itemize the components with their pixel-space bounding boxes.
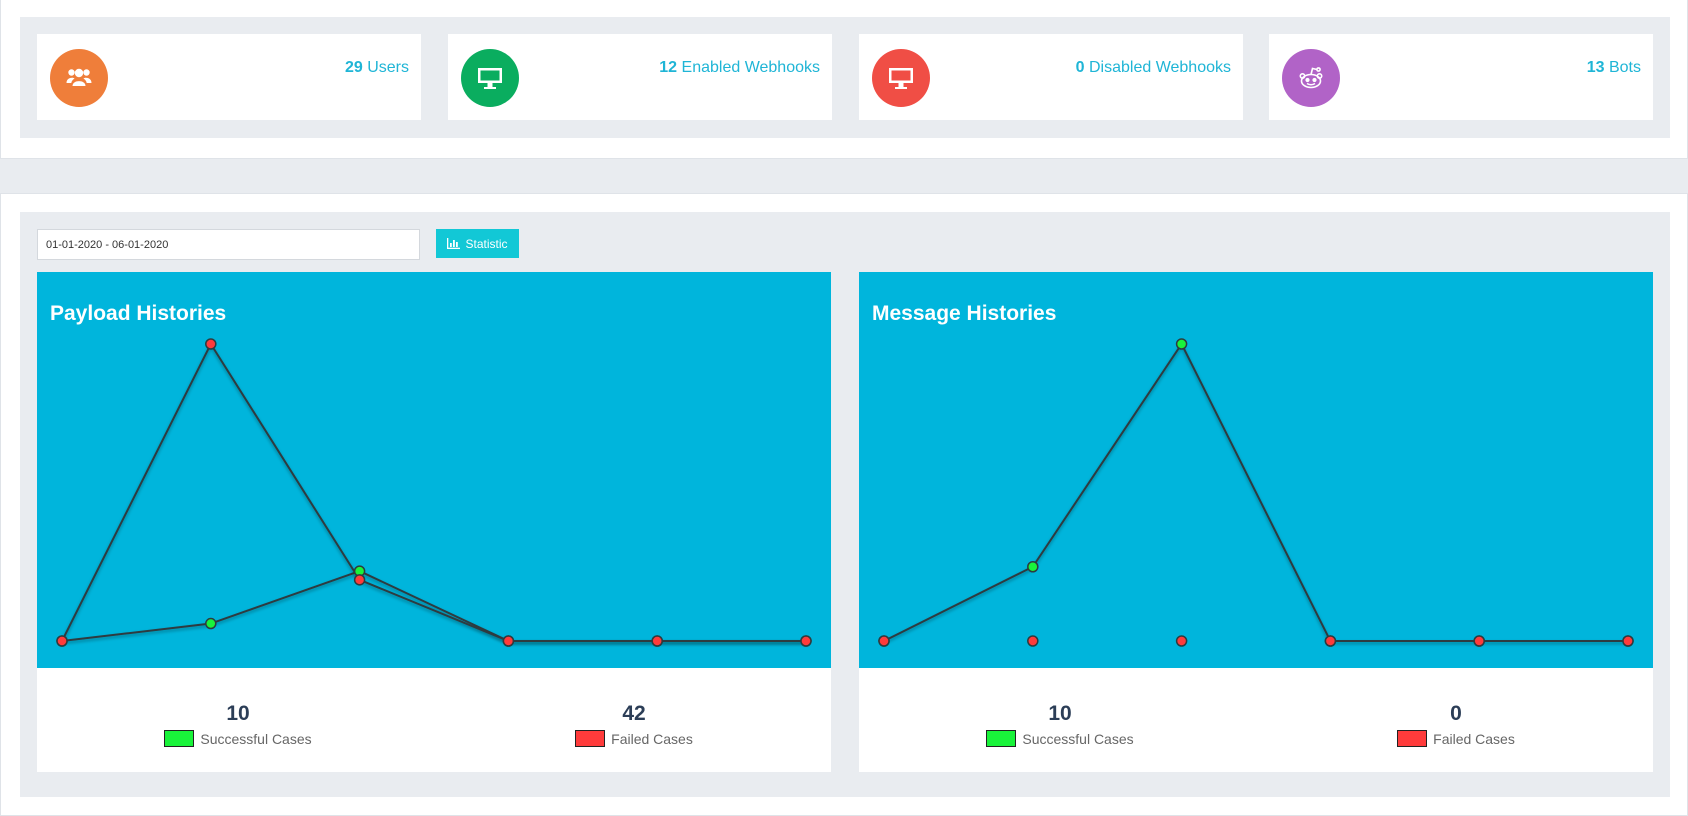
data-point-failed[interactable] [205, 338, 217, 350]
successful-count: 10 [226, 702, 250, 725]
failed-label: Failed Cases [611, 730, 693, 747]
payload-line-chart [56, 338, 812, 647]
stats-panel: 29 Users 12 Enabled Webhooks 0 Disabled … [0, 0, 1688, 159]
stat-text-users: 29 Users [345, 59, 409, 77]
stat-label: Bots [1608, 59, 1641, 76]
statistics-panel: Statistic Payload Histories 10 Successfu… [0, 193, 1688, 816]
stat-text-bots: 13 Bots [1587, 59, 1641, 77]
data-point-successful[interactable] [1175, 338, 1188, 350]
data-point-failed[interactable] [878, 635, 890, 647]
success-swatch [986, 730, 1017, 747]
date-range-input[interactable] [37, 229, 420, 260]
failed-count: 42 [622, 702, 646, 725]
statistic-button-label: Statistic [465, 236, 508, 251]
stat-label: Users [367, 59, 409, 76]
message-chart-area: Message Histories [859, 272, 1653, 668]
stat-value: 29 [344, 59, 363, 76]
data-point-failed[interactable] [502, 635, 515, 647]
data-point-failed[interactable] [800, 635, 812, 647]
series-line-successful [883, 342, 1628, 642]
data-point-failed[interactable] [1622, 635, 1634, 647]
stat-text-enabled-webhooks: 12 Enabled Webhooks [659, 59, 820, 77]
stat-card-enabled-webhooks[interactable]: 12 Enabled Webhooks [448, 34, 832, 120]
stat-label: Disabled Webhooks [1088, 59, 1231, 76]
legend-successful: 10 Successful Cases [128, 702, 348, 747]
stats-container: 29 Users 12 Enabled Webhooks 0 Disabled … [20, 17, 1670, 138]
payload-histories-card: Payload Histories 10 Successful Cases 42… [37, 272, 831, 772]
stat-card-disabled-webhooks[interactable]: 0 Disabled Webhooks [859, 34, 1243, 120]
stat-text-disabled-webhooks: 0 Disabled Webhooks [1076, 59, 1231, 77]
stat-card-users[interactable]: 29 Users [37, 34, 421, 120]
data-point-failed[interactable] [353, 574, 366, 586]
data-point-successful[interactable] [205, 617, 217, 630]
monitor-icon [872, 49, 930, 107]
data-point-failed[interactable] [1324, 635, 1337, 647]
failed-swatch [575, 730, 606, 747]
successful-count: 10 [1048, 702, 1072, 725]
message-histories-card: Message Histories 10 Successful Cases 0 … [859, 272, 1653, 772]
reddit-bot-icon [1282, 49, 1340, 107]
payload-chart-area: Payload Histories [37, 272, 831, 668]
users-icon [50, 49, 108, 107]
message-line-chart [878, 338, 1634, 647]
data-point-failed[interactable] [1473, 635, 1485, 647]
legend-failed: 0 Failed Cases [1346, 702, 1566, 747]
chart-title: Payload Histories [50, 302, 227, 325]
statistics-container: Statistic Payload Histories 10 Successfu… [20, 212, 1670, 797]
data-point-failed[interactable] [1175, 635, 1188, 647]
data-point-failed[interactable] [56, 635, 68, 647]
successful-label: Successful Cases [1022, 730, 1134, 747]
legend-successful: 10 Successful Cases [950, 702, 1170, 747]
failed-label: Failed Cases [1433, 730, 1515, 747]
monitor-icon [461, 49, 519, 107]
data-point-failed[interactable] [651, 635, 663, 647]
stat-value: 13 [1586, 59, 1605, 76]
stat-value: 12 [659, 59, 678, 76]
series-line-failed [61, 341, 806, 642]
failed-count: 0 [1450, 702, 1462, 725]
statistic-button[interactable]: Statistic [436, 229, 519, 258]
successful-label: Successful Cases [200, 730, 312, 747]
chart-title: Message Histories [872, 302, 1057, 325]
series-line-successful [61, 570, 806, 642]
bar-chart-icon [447, 238, 461, 249]
data-point-successful[interactable] [1027, 561, 1039, 573]
legend-failed: 42 Failed Cases [524, 702, 744, 747]
stat-label: Enabled Webhooks [681, 59, 820, 76]
stat-value: 0 [1075, 59, 1085, 76]
data-point-failed[interactable] [1027, 635, 1039, 647]
stat-card-bots[interactable]: 13 Bots [1269, 34, 1653, 120]
success-swatch [164, 730, 195, 747]
failed-swatch [1397, 730, 1428, 747]
